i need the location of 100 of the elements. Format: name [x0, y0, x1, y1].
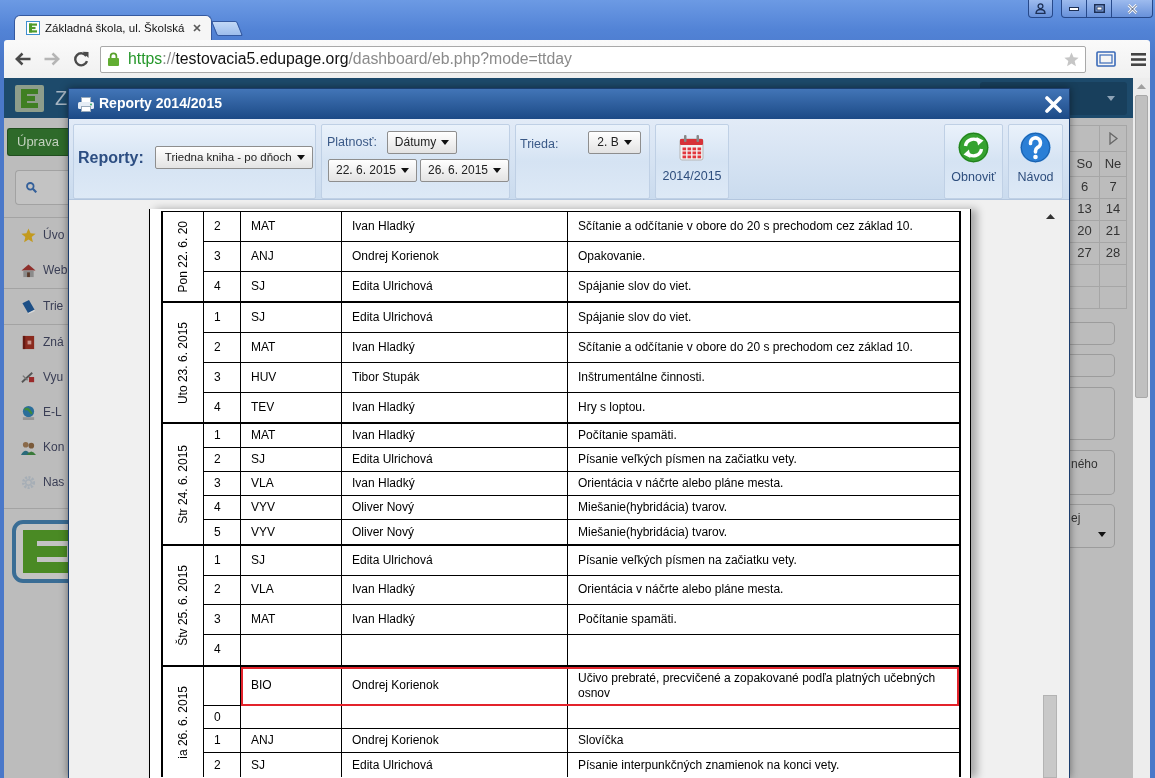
teacher-name: Ivan Hladký: [352, 428, 415, 444]
lesson-topic: Písanie interpunkčných znamienok na konci vety.: [578, 757, 840, 773]
date-from-dropdown[interactable]: 22. 6. 2015: [328, 159, 417, 182]
school-year-button[interactable]: 2014/2015: [655, 124, 729, 199]
lesson-topic: Opakovanie.: [578, 248, 646, 264]
sidebar-item[interactable]: Vyu: [4, 360, 68, 395]
teacher-name: Oliver Nový: [352, 524, 414, 540]
calendar-day[interactable]: 14: [1105, 201, 1121, 218]
page-scrollbar[interactable]: [1133, 78, 1150, 778]
subject-code: VYV: [251, 524, 275, 540]
sidebar-item[interactable]: Úvo: [4, 218, 68, 253]
help-button[interactable]: Návod: [1008, 124, 1063, 199]
lesson-number: 4: [214, 642, 221, 658]
browser-tab[interactable]: Základná škola, ul. Školská: [14, 15, 212, 40]
calendar-day[interactable]: 20: [1077, 223, 1092, 240]
calendar-day[interactable]: 7: [1109, 179, 1117, 196]
subject-code: SJ: [251, 552, 265, 568]
day-label: ia 26. 6. 2015: [176, 685, 190, 759]
subject-code: MAT: [251, 218, 276, 234]
scrollbar-thumb[interactable]: [1043, 695, 1057, 778]
subject-code: MAT: [251, 339, 276, 355]
minimize-button[interactable]: [1061, 0, 1087, 18]
teacher-name: Ivan Hladký: [352, 476, 415, 492]
lesson-topic: Spájanie slov do viet.: [578, 278, 692, 294]
sidebar-item[interactable]: E-L: [4, 395, 68, 430]
maximize-button[interactable]: [1087, 0, 1112, 18]
subject-code: MAT: [251, 612, 276, 628]
side-menu-button[interactable]: ného: [1070, 450, 1115, 495]
refresh-button[interactable]: Obnoviť: [944, 124, 1003, 199]
screen-icon[interactable]: [1096, 51, 1116, 67]
sidebar-item[interactable]: Kon: [4, 430, 68, 465]
left-arrow-icon: [14, 52, 31, 66]
calendar-day[interactable]: 13: [1077, 201, 1092, 218]
class-label: Trieda:: [520, 137, 559, 153]
subject-code: BIO: [251, 678, 272, 694]
sidebar-item[interactable]: Zná: [4, 325, 68, 360]
teacher-name: Tibor Stupák: [352, 369, 420, 385]
address-bar[interactable]: https://testovacia5.edupage.org/dashboard/eb.php?mode=ttday: [100, 45, 1086, 73]
sidebar-item[interactable]: Trie: [4, 289, 68, 324]
menu-icon[interactable]: [1131, 52, 1146, 66]
profile-button[interactable]: [1028, 0, 1053, 18]
day-label: Štv 25. 6. 2015: [176, 564, 190, 646]
calendar-day[interactable]: 21: [1105, 223, 1121, 240]
lesson-number: 3: [214, 369, 221, 385]
star-icon[interactable]: [1064, 51, 1079, 67]
lesson-topic: Sčítanie a odčítanie v obore do 20 s prechodom cez základ 10.: [578, 218, 913, 234]
reload-icon: [72, 51, 89, 67]
lesson-number: 1: [214, 552, 221, 568]
house-icon: [21, 263, 36, 278]
weekday-label: Ne: [1104, 155, 1122, 173]
right-arrow-icon: [43, 52, 60, 66]
lesson-topic: Spájanie slov do viet.: [578, 310, 692, 326]
caret-icon: [1107, 96, 1115, 101]
side-menu-button[interactable]: ej: [1070, 504, 1115, 548]
teacher-name: Edita Ulrichová: [352, 310, 433, 326]
validity-label: Platnosť:: [327, 134, 377, 151]
calendar-day[interactable]: 6: [1080, 179, 1089, 196]
next-month-icon[interactable]: [1108, 132, 1118, 145]
subject-code: VYV: [251, 500, 275, 516]
date-to-dropdown[interactable]: 26. 6. 2015: [420, 159, 509, 182]
lesson-topic: Sčítanie a odčítanie v obore do 20 s prechodom cez základ 10.: [578, 339, 913, 355]
subject-code: HUV: [251, 369, 277, 385]
close-window-button[interactable]: [1112, 0, 1153, 18]
side-panel: [1070, 354, 1115, 377]
logo-icon: [26, 21, 40, 35]
close-icon: [193, 24, 201, 32]
subject-code: ANJ: [251, 733, 274, 749]
sidebar-item[interactable]: Web: [4, 253, 68, 288]
class-dropdown[interactable]: 2. B: [588, 131, 641, 154]
star-icon: [21, 228, 36, 243]
day-label: Str 24. 6. 2015: [176, 444, 190, 524]
teacher-name: Ivan Hladký: [352, 218, 415, 234]
maximize-icon: [1093, 4, 1105, 13]
lesson-number: 2: [214, 339, 221, 355]
help-icon: [1020, 132, 1051, 163]
report-type-dropdown[interactable]: Triedna kniha - po dňoch: [154, 146, 313, 169]
calendar-day[interactable]: 28: [1105, 245, 1121, 262]
scrollbar-thumb[interactable]: [1135, 95, 1148, 398]
url-text: https://testovacia5.edupage.org/dashboard/eb.php?mode=ttday: [128, 49, 572, 69]
up-arrow-icon[interactable]: [1045, 214, 1055, 219]
validity-mode-dropdown[interactable]: Dátumy: [386, 131, 458, 154]
new-tab-button[interactable]: [210, 21, 244, 36]
teacher-name: Ondrej Korienok: [352, 678, 439, 694]
search-field[interactable]: [15, 170, 68, 205]
calendar-day[interactable]: 27: [1077, 245, 1092, 262]
lesson-topic: Písanie veľkých písmen na začiatku vety.: [578, 452, 797, 468]
close-tab-button[interactable]: [193, 24, 201, 32]
printer-icon: [78, 96, 94, 112]
teacher-name: Edita Ulrichová: [352, 552, 433, 568]
lesson-topic: Počítanie spamäti.: [578, 428, 677, 444]
dialog-title: Reporty 2014/2015: [99, 95, 222, 113]
sidebar-item[interactable]: Nas: [4, 465, 68, 500]
teacher-name: Ivan Hladký: [352, 582, 415, 598]
dialog-close-button[interactable]: [1045, 95, 1062, 113]
edit-button[interactable]: Úprava: [7, 128, 68, 156]
lesson-topic: Hry s loptou.: [578, 399, 646, 415]
teacher-name: Ivan Hladký: [352, 612, 415, 628]
lesson-topic: Učivo prebraté, precvičené a zopakované podľa platných učebných osnov: [578, 670, 937, 701]
close-icon: [1126, 3, 1138, 14]
lesson-topic: Orientácia v náčrte alebo pláne mesta.: [578, 582, 784, 598]
